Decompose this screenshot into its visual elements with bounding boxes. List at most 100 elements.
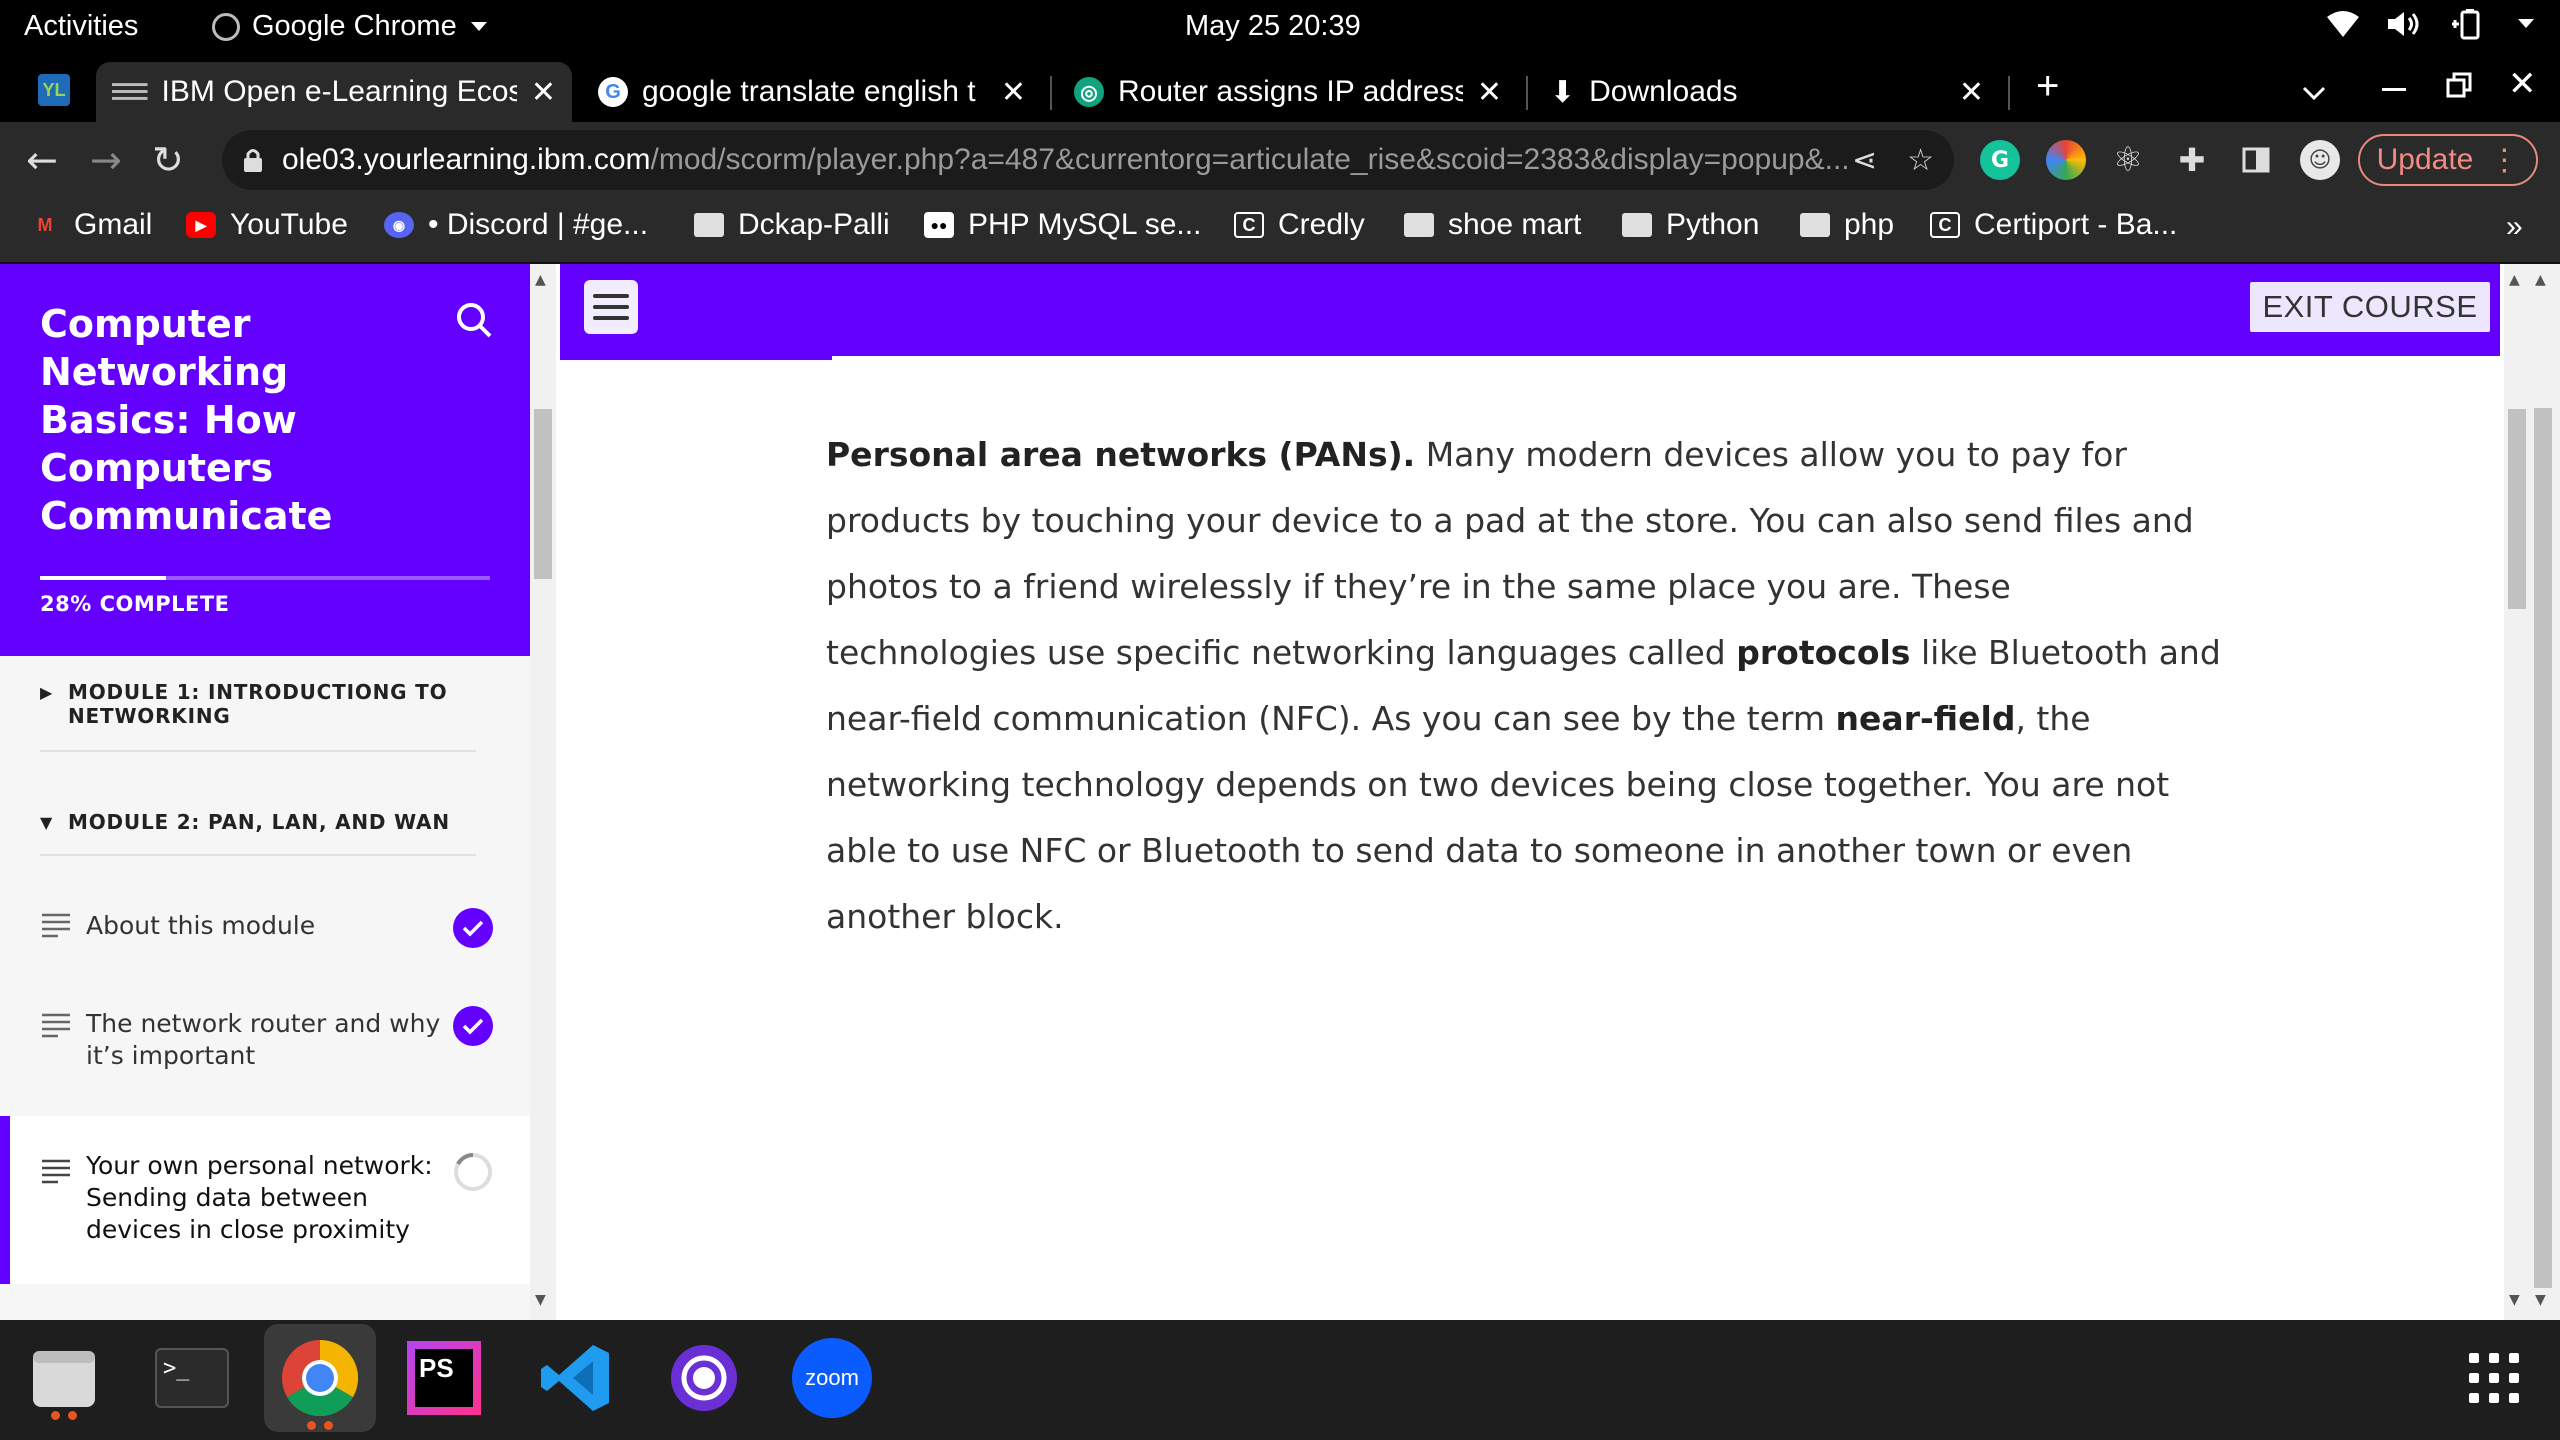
scrollbar-thumb[interactable]	[2534, 408, 2552, 1288]
bookmark-shoe-mart[interactable]: shoe mart	[1404, 208, 1581, 242]
lesson-title: About this module	[86, 911, 316, 940]
yourlearning-app-icon[interactable]: YL	[38, 74, 70, 106]
forward-icon[interactable]: →	[90, 138, 122, 182]
phpstorm-app[interactable]: PS	[400, 1334, 488, 1422]
tab-title: google translate english t	[642, 75, 976, 108]
tab-search-icon[interactable]	[2302, 76, 2326, 110]
lesson-about-module[interactable]: About this module	[0, 896, 530, 960]
active-lesson-indicator	[0, 1116, 10, 1284]
chatgpt-favicon-icon: ◎	[1074, 77, 1104, 107]
wifi-icon	[2327, 11, 2359, 37]
google-favicon-icon: G	[598, 77, 628, 107]
discord-icon: ◉	[384, 212, 414, 238]
bookmark-python[interactable]: Python	[1622, 208, 1759, 242]
tab-title: Router assigns IP address	[1118, 75, 1463, 108]
show-apps-grid-icon[interactable]	[2450, 1334, 2538, 1422]
scroll-down-icon[interactable]: ▼	[535, 1292, 546, 1308]
extensions-puzzle-icon[interactable]: ✚	[2172, 140, 2212, 180]
dock: >_ PS zoom	[0, 1320, 2560, 1440]
profile-avatar[interactable]: ☺	[2300, 140, 2340, 180]
scroll-down-icon[interactable]: ▼	[2509, 1292, 2520, 1308]
url-host: ole03.yourlearning.ibm.com	[282, 143, 651, 176]
folder-icon	[1404, 213, 1434, 237]
share-icon[interactable]: ⋖	[1852, 143, 1877, 178]
lock-icon	[244, 149, 262, 172]
module-2-toggle[interactable]: ▼ MODULE 2: PAN, LAN, AND WAN	[40, 810, 476, 835]
lesson-content: EXIT COURSE Personal area networks (PANs…	[560, 264, 2500, 1320]
browser-toolbar: ← → ↻ ole03.yourlearning.ibm.com /mod/sc…	[0, 122, 2560, 198]
module-1-toggle[interactable]: ▶ MODULE 1: INTRODUCTIONG TO NETWORKING	[40, 680, 476, 728]
window-scrollbar[interactable]: ▲ ▼	[2530, 264, 2560, 1320]
lesson-personal-network[interactable]: Your own personal network: Sending data …	[0, 1116, 530, 1284]
bookmark-gmail[interactable]: M Gmail	[30, 208, 153, 242]
chrome-icon	[282, 1339, 359, 1417]
reload-icon[interactable]: ↻	[152, 138, 184, 182]
chrome-app[interactable]	[264, 1324, 376, 1432]
system-menu[interactable]	[2326, 8, 2536, 40]
terminal-app[interactable]: >_	[148, 1334, 236, 1422]
clock[interactable]: May 25 20:39	[1185, 10, 1361, 43]
tab-router-ip[interactable]: ◎ Router assigns IP address ✕	[1058, 62, 1518, 122]
new-tab-icon[interactable]: +	[2036, 64, 2059, 109]
lesson-network-router[interactable]: The network router and why it’s importan…	[0, 994, 530, 1084]
bookmark-php-mysql[interactable]: ●● PHP MySQL se...	[924, 208, 1201, 242]
credly-icon: C	[1234, 212, 1264, 238]
page-scrollbar[interactable]: ▲ ▼	[2504, 264, 2530, 1320]
tab-separator	[1526, 76, 1528, 110]
back-icon[interactable]: ←	[26, 138, 58, 182]
more-bookmarks-icon[interactable]: »	[2506, 210, 2523, 244]
grammarly-icon[interactable]: G	[1980, 140, 2020, 180]
sidebar-scrollbar[interactable]: ▲ ▼	[530, 264, 556, 1320]
scrollbar-thumb[interactable]	[534, 409, 552, 579]
close-tab-icon[interactable]: ✕	[1001, 75, 1026, 110]
address-bar[interactable]: ole03.yourlearning.ibm.com /mod/scorm/pl…	[222, 130, 1954, 190]
app-menu-label: Google Chrome	[252, 10, 457, 42]
course-sidebar: Computer Networking Basics: How Computer…	[0, 264, 530, 1320]
bookmark-dckap-palli[interactable]: Dckap-Palli	[694, 208, 890, 242]
bookmark-star-icon[interactable]: ☆	[1907, 143, 1934, 178]
bookmark-php[interactable]: php	[1800, 208, 1894, 242]
tab-ibm-elearning[interactable]: IBM Open e-Learning Ecos ✕	[96, 62, 572, 122]
gmail-icon: M	[37, 214, 53, 235]
bookmark-label: • Discord | #ge...	[428, 208, 649, 241]
activities-button[interactable]: Activities	[24, 10, 138, 43]
close-tab-icon[interactable]: ✕	[531, 75, 556, 110]
close-tab-icon[interactable]: ✕	[1959, 75, 1984, 110]
scroll-up-icon[interactable]: ▲	[535, 272, 546, 288]
exit-course-button[interactable]: EXIT COURSE	[2250, 282, 2490, 332]
react-devtools-icon[interactable]: ⚛	[2108, 140, 2148, 180]
vscode-app[interactable]	[532, 1334, 620, 1422]
app-menu[interactable]: Google Chrome	[212, 10, 489, 43]
recorder-icon	[671, 1345, 737, 1411]
medium-icon: ●●	[924, 212, 954, 238]
zoom-app[interactable]: zoom	[788, 1334, 876, 1422]
search-icon[interactable]	[454, 300, 494, 344]
color-picker-icon[interactable]	[2046, 140, 2086, 180]
side-panel-icon[interactable]	[2236, 140, 2276, 180]
tab-downloads[interactable]: ⬇ Downloads ✕	[1534, 62, 2000, 122]
scroll-up-icon[interactable]: ▲	[2509, 272, 2520, 288]
tab-google-translate[interactable]: G google translate english t ✕	[582, 62, 1042, 122]
minimize-icon[interactable]	[2382, 88, 2406, 91]
caret-right-icon: ▶	[40, 683, 54, 702]
bookmark-credly[interactable]: C Credly	[1234, 208, 1365, 242]
folder-icon	[1622, 213, 1652, 237]
update-button[interactable]: Update ⋮	[2358, 134, 2538, 186]
scrollbar-thumb[interactable]	[2508, 409, 2526, 609]
screen-recorder-app[interactable]	[660, 1334, 748, 1422]
scroll-down-icon[interactable]: ▼	[2535, 1292, 2546, 1308]
caret-down-icon: ▼	[40, 813, 54, 832]
bookmark-youtube[interactable]: ▶ YouTube	[186, 208, 348, 242]
terminal-icon: >_	[155, 1348, 229, 1408]
divider	[40, 750, 476, 752]
files-app[interactable]	[20, 1334, 108, 1422]
menu-icon[interactable]	[584, 280, 638, 334]
close-window-icon[interactable]: ✕	[2508, 64, 2537, 104]
folder-icon	[1800, 213, 1830, 237]
scroll-up-icon[interactable]: ▲	[2535, 272, 2546, 288]
restore-icon[interactable]	[2446, 72, 2472, 106]
close-tab-icon[interactable]: ✕	[1477, 75, 1502, 110]
bookmark-certiport[interactable]: C Certiport - Ba...	[1930, 208, 2177, 242]
bookmark-discord[interactable]: ◉ • Discord | #ge...	[384, 208, 648, 242]
divider	[40, 854, 476, 856]
